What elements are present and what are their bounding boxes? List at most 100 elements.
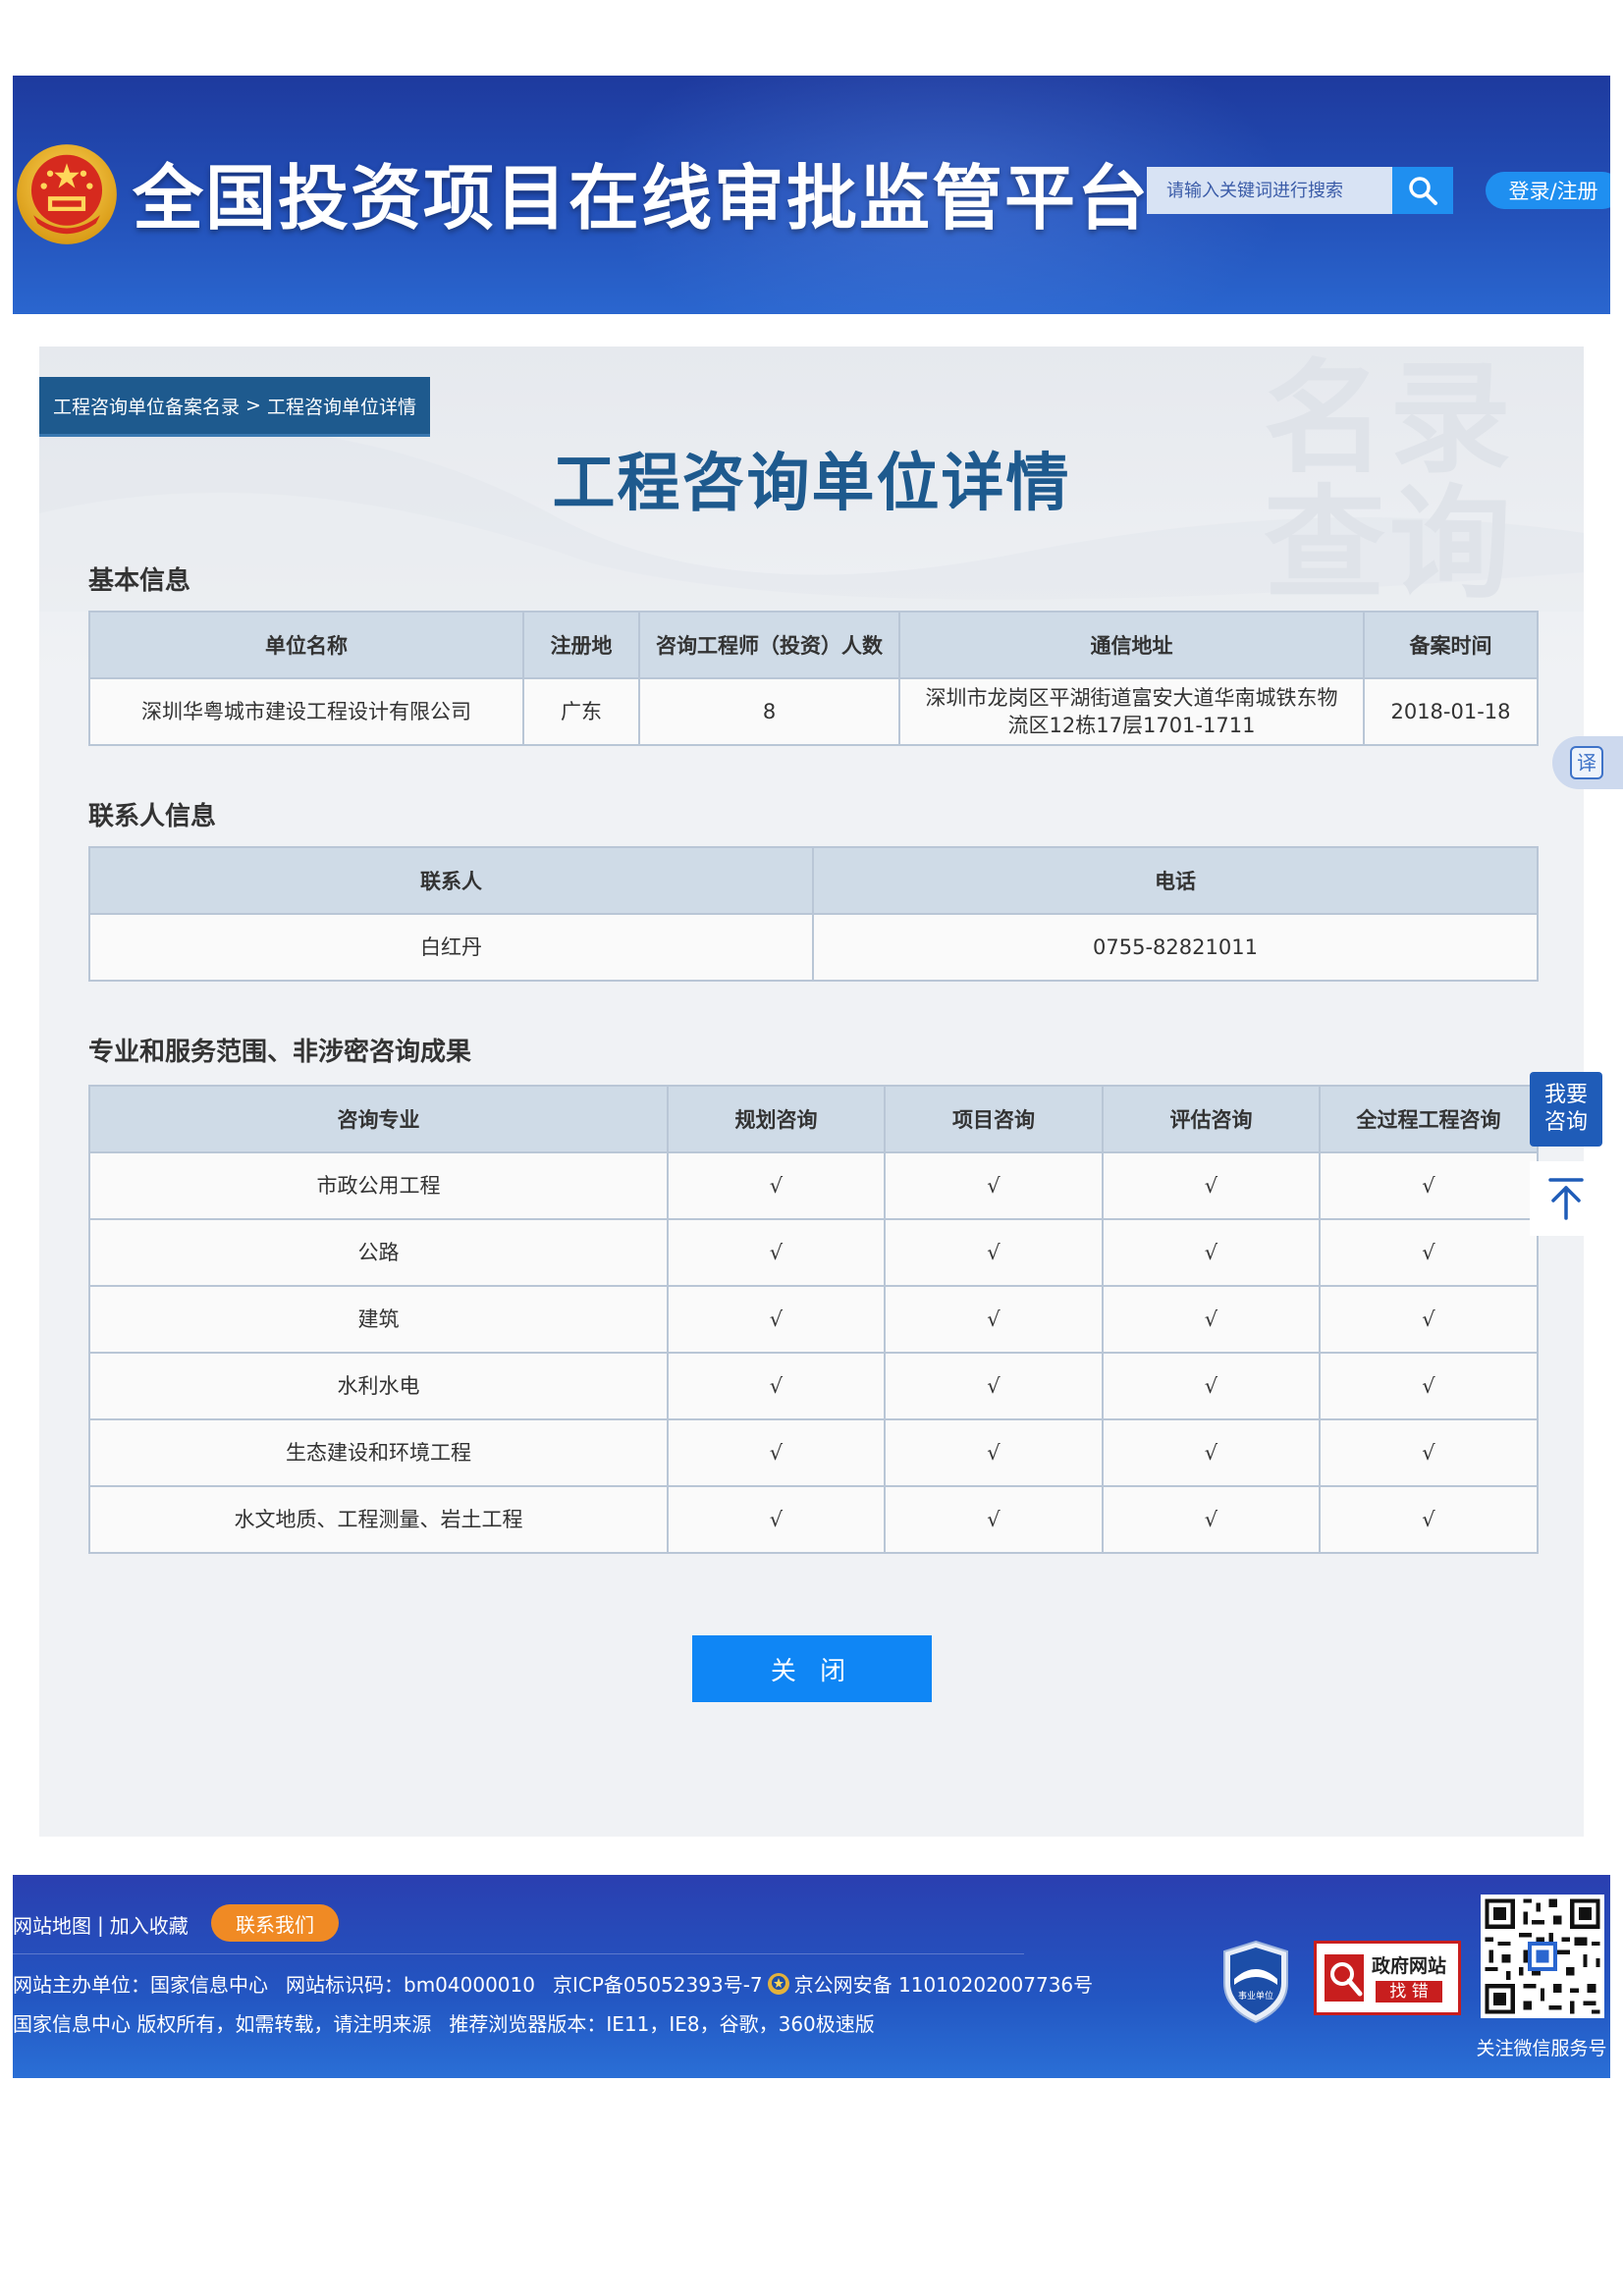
table-row: 市政公用工程 √ √ √ √ xyxy=(88,1151,1539,1220)
consult-button[interactable]: 我要咨询 xyxy=(1530,1072,1602,1147)
check-cell: √ xyxy=(1319,1352,1539,1420)
national-emblem-icon xyxy=(17,144,117,244)
check-cell: √ xyxy=(667,1352,886,1420)
table-row: 公路 √ √ √ √ xyxy=(88,1218,1539,1287)
major-cell: 生态建设和环境工程 xyxy=(88,1418,669,1487)
check-cell: √ xyxy=(1319,1151,1539,1220)
table-header-row: 咨询专业 规划咨询 项目咨询 评估咨询 全过程工程咨询 xyxy=(88,1085,1539,1153)
major-cell: 建筑 xyxy=(88,1285,669,1354)
breadcrumb-parent-link[interactable]: 工程咨询单位备案名录 xyxy=(53,393,240,419)
table-row: 深圳华粤城市建设工程设计有限公司 广东 8 深圳市龙岗区平湖街道富安大道华南城铁… xyxy=(88,677,1539,746)
add-favorite-link[interactable]: 加入收藏 xyxy=(110,1910,189,1939)
check-cell: √ xyxy=(667,1285,886,1354)
column-header: 咨询专业 xyxy=(88,1085,669,1153)
check-cell: √ xyxy=(1319,1485,1539,1554)
back-to-top-button[interactable] xyxy=(1530,1161,1602,1236)
major-cell: 水文地质、工程测量、岩土工程 xyxy=(88,1485,669,1554)
column-header: 电话 xyxy=(812,846,1539,915)
footer-divider: | xyxy=(97,1912,104,1937)
section-title-scope: 专业和服务范围、非涉密咨询成果 xyxy=(88,1038,472,1067)
svg-text:事业单位: 事业单位 xyxy=(1238,1990,1273,2002)
search-icon xyxy=(1409,177,1437,205)
shield-badge-icon[interactable]: 事业单位 xyxy=(1220,1940,1291,2024)
column-header: 单位名称 xyxy=(88,611,524,679)
qr-caption: 关注微信服务号 xyxy=(1476,2038,1607,2059)
major-cell: 水利水电 xyxy=(88,1352,669,1420)
browser-recommendation-text: 推荐浏览器版本：IE11，IE8，谷歌，360极速版 xyxy=(449,2012,875,2036)
engineer-count-cell: 8 xyxy=(638,677,900,746)
check-cell: √ xyxy=(667,1151,886,1220)
column-header: 联系人 xyxy=(88,846,814,915)
section-title-contact: 联系人信息 xyxy=(88,802,217,831)
check-cell: √ xyxy=(1102,1218,1321,1287)
footer-divider-line xyxy=(13,1953,1024,1954)
check-cell: √ xyxy=(884,1485,1104,1554)
check-cell: √ xyxy=(1319,1418,1539,1487)
table-row: 白红丹 0755-82821011 xyxy=(88,913,1539,982)
table-header-row: 单位名称 注册地 咨询工程师（投资）人数 通信地址 备案时间 xyxy=(88,611,1539,679)
table-row: 水文地质、工程测量、岩土工程 √ √ √ √ xyxy=(88,1485,1539,1554)
gov-site-error-badge-icon[interactable]: 政府网站 找 错 xyxy=(1314,1941,1461,2015)
magnifier-icon xyxy=(1325,1954,1364,2002)
region-cell: 广东 xyxy=(522,677,640,746)
search-input[interactable] xyxy=(1147,167,1392,214)
column-header: 规划咨询 xyxy=(667,1085,886,1153)
check-cell: √ xyxy=(667,1418,886,1487)
icp-link[interactable]: 京ICP备05052393号-7 xyxy=(553,1969,763,1998)
scope-table: 咨询专业 规划咨询 项目咨询 评估咨询 全过程工程咨询 市政公用工程 √ √ √… xyxy=(88,1085,1539,1554)
site-header: 全国投资项目在线审批监管平台 登录/注册 xyxy=(13,76,1610,314)
contact-us-button[interactable]: 联系我们 xyxy=(211,1904,339,1942)
police-emblem-icon xyxy=(767,1972,789,1995)
check-cell: √ xyxy=(884,1218,1104,1287)
qr-code-icon xyxy=(1481,1895,1604,2018)
column-header: 全过程工程咨询 xyxy=(1319,1085,1539,1153)
close-button[interactable]: 关 闭 xyxy=(692,1635,932,1702)
arrow-up-to-top-icon xyxy=(1548,1178,1584,1220)
gov-badge-line-1: 政府网站 xyxy=(1372,1955,1447,1977)
column-header: 备案时间 xyxy=(1363,611,1539,679)
sponsor-text: 网站主办单位：国家信息中心 xyxy=(13,1973,268,1997)
section-title-basic: 基本信息 xyxy=(88,566,191,596)
unit-name-cell: 深圳华粤城市建设工程设计有限公司 xyxy=(88,677,524,746)
check-cell: √ xyxy=(884,1418,1104,1487)
column-header: 通信地址 xyxy=(898,611,1365,679)
breadcrumb: 工程咨询单位备案名录 > 工程咨询单位详情 xyxy=(39,377,430,437)
check-cell: √ xyxy=(1102,1352,1321,1420)
address-cell: 深圳市龙岗区平湖街道富安大道华南城铁东物流区12栋17层1701-1711 xyxy=(898,677,1365,746)
check-cell: √ xyxy=(1102,1285,1321,1354)
table-row: 生态建设和环境工程 √ √ √ √ xyxy=(88,1418,1539,1487)
page-title: 工程咨询单位详情 xyxy=(552,448,1071,520)
check-cell: √ xyxy=(667,1218,886,1287)
filing-date-cell: 2018-01-18 xyxy=(1363,677,1539,746)
sitemap-link[interactable]: 网站地图 xyxy=(13,1910,91,1939)
police-record-link[interactable]: 京公网安备 11010202007736号 xyxy=(794,1969,1094,1998)
check-cell: √ xyxy=(1319,1218,1539,1287)
table-row: 水利水电 √ √ √ √ xyxy=(88,1352,1539,1420)
translate-button[interactable]: 译 xyxy=(1552,736,1623,789)
check-cell: √ xyxy=(667,1485,886,1554)
footer-info-line-2: 国家信息中心 版权所有，如需转载，请注明来源 推荐浏览器版本：IE11，IE8，… xyxy=(13,2008,893,2037)
column-header: 咨询工程师（投资）人数 xyxy=(638,611,900,679)
login-register-button[interactable]: 登录/注册 xyxy=(1486,172,1610,209)
site-id-text: 网站标识码：bm04000010 xyxy=(286,1973,535,1997)
translate-icon: 译 xyxy=(1570,746,1603,779)
breadcrumb-current: 工程咨询单位详情 xyxy=(266,396,416,418)
check-cell: √ xyxy=(1319,1285,1539,1354)
site-title: 全国投资项目在线审批监管平台 xyxy=(133,157,1151,240)
check-cell: √ xyxy=(1102,1151,1321,1220)
basic-info-table: 单位名称 注册地 咨询工程师（投资）人数 通信地址 备案时间 深圳华粤城市建设工… xyxy=(88,611,1539,746)
footer-links: 网站地图 | 加入收藏 xyxy=(13,1910,189,1939)
contact-info-table: 联系人 电话 白红丹 0755-82821011 xyxy=(88,846,1539,982)
search-button[interactable] xyxy=(1392,167,1453,214)
major-cell: 公路 xyxy=(88,1218,669,1287)
check-cell: √ xyxy=(884,1151,1104,1220)
column-header: 项目咨询 xyxy=(884,1085,1104,1153)
column-header: 注册地 xyxy=(522,611,640,679)
check-cell: √ xyxy=(884,1285,1104,1354)
major-cell: 市政公用工程 xyxy=(88,1151,669,1220)
check-cell: √ xyxy=(1102,1418,1321,1487)
site-footer: 网站地图 | 加入收藏 联系我们 网站主办单位：国家信息中心 网站标识码：bm0… xyxy=(13,1875,1610,2078)
check-cell: √ xyxy=(1102,1485,1321,1554)
table-row: 建筑 √ √ √ √ xyxy=(88,1285,1539,1354)
footer-info-line-1: 网站主办单位：国家信息中心 网站标识码：bm04000010 京ICP备0505… xyxy=(13,1969,1110,1998)
